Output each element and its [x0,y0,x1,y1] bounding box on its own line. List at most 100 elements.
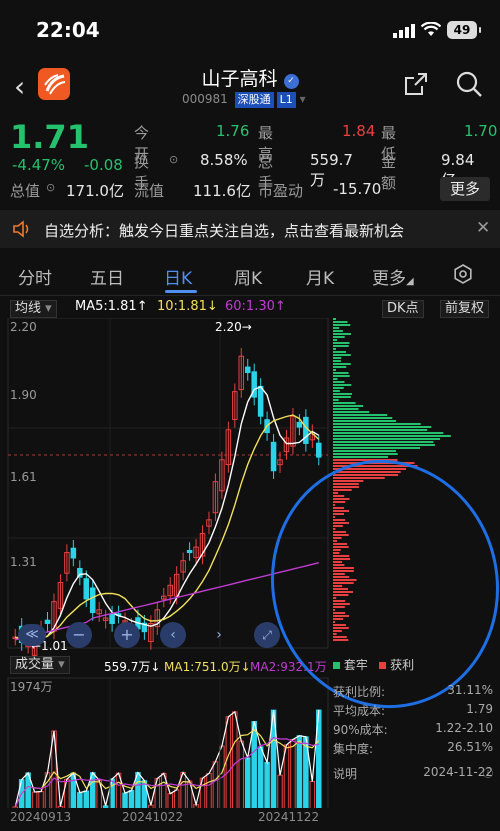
chip-bar [333,492,339,494]
pan-left-button[interactable]: ‹ [160,622,186,648]
high-annotation: 2.20→ [215,320,252,334]
rewind-button[interactable]: ≪ [18,624,46,646]
zoom-in-button[interactable]: + [114,622,140,648]
chip-legend: 套牢 获利 [333,656,414,673]
change-pct: -4.47% [12,156,66,174]
candle-body [270,441,277,472]
chip-bar [333,348,336,350]
volume-bar [206,773,212,808]
chip-bar [333,435,451,437]
explain-link: 说明 [333,767,358,781]
chip-bar [333,633,337,635]
status-time: 22:04 [36,18,100,42]
concentration: 26.51% [447,740,493,754]
search-icon[interactable] [455,70,483,98]
mktcap-label: 总值 [10,182,41,200]
chip-bar [333,351,346,353]
chip-bar [333,567,354,569]
more-button[interactable]: 更多 [440,177,490,201]
tab-timeshare[interactable]: 分时 [18,264,52,289]
vol-ma1: MA1:751.0万↓ [164,660,251,674]
chip-bar [333,390,340,392]
wifi-icon [421,22,441,36]
volume-bar [167,793,173,808]
ma-select[interactable]: 均线 ▾ [10,300,57,318]
tab-weekly-k[interactable]: 周K [234,264,262,289]
volume-bar [244,757,251,808]
chip-bar [333,522,349,524]
volume-bar [238,740,245,808]
volume-bar [290,738,296,808]
fullscreen-button[interactable]: ⤢ [254,622,280,648]
tab-more[interactable]: 更多◢ [372,264,414,289]
tab-monthly-k[interactable]: 月K [306,264,334,289]
chip-bar [333,327,340,329]
chip-bar [333,630,342,632]
chip-bar [333,450,396,452]
chip-bar [333,489,352,491]
chip-bar [333,480,364,482]
chip-bar [333,504,335,506]
chip-date: 2024-11-22 [423,765,493,779]
chip-bar [333,441,434,443]
close-icon[interactable]: ✕ [476,218,490,238]
price-axis-4: 1.31 [10,555,37,569]
dk-point-button[interactable]: DK点 [382,300,424,318]
notice-bar[interactable]: 自选分析：触发今日重点关注自选，点击查看最新机会 ✕ [0,210,500,248]
chip-bar [333,474,399,476]
chip-bar [333,369,336,371]
cost-90: 1.22-2.10 [435,721,493,735]
chip-bar [333,639,349,641]
chevron-down-icon[interactable]: ▾ [300,92,306,106]
chip-bar [333,516,335,518]
market-tag: 深股通 [234,92,274,108]
float-label: 流值 [134,182,165,200]
adjust-button[interactable]: 前复权 [440,300,490,318]
change-value: -0.08 [84,156,123,174]
date-start: 20240913 [10,810,72,824]
chip-bar [333,534,349,536]
chip-bar [333,624,346,626]
ma60-value: 60:1.30↑ [225,299,286,314]
chip-bar [333,537,342,539]
price-axis-3: 1.61 [10,470,37,484]
candle-body [89,587,96,614]
chip-bar [333,453,398,455]
legend-profit: 获利 [390,658,415,672]
chip-bar [333,444,435,446]
volume-bar [102,805,109,808]
chip-bar [333,354,351,356]
chip-bar [333,393,352,395]
chip-bar [333,456,388,458]
chip-bar [333,582,354,584]
chip-bar [333,576,350,578]
chip-bar [333,339,338,341]
chip-bar [333,336,345,338]
pan-right-button[interactable]: › [206,622,232,648]
candle-body [44,619,51,624]
candle-body [109,613,115,624]
zoom-out-button[interactable]: − [66,622,92,648]
chip-bar [333,621,336,623]
chip-bar [333,540,338,542]
info-icon[interactable]: ⊙ [46,181,55,194]
candle-body [296,421,303,428]
tab-daily-k[interactable]: 日K [164,264,192,289]
chip-bar [333,387,344,389]
chip-bar [333,519,346,521]
low-value: 1.70 [464,122,498,140]
volume-bar [173,789,180,808]
chip-bar [333,405,364,407]
volume-bar [257,746,264,808]
candle-body [316,442,322,458]
chip-bar [333,543,348,545]
tab-fiveday[interactable]: 五日 [90,264,124,289]
info-icon[interactable]: ⊙ [169,153,178,166]
price-axis-1: 2.20 [10,320,37,334]
gear-icon[interactable] [453,264,473,284]
indicator-select[interactable]: 成交量 ▾ [10,656,70,674]
volume-bar [128,789,135,808]
vol-ma2: MA2:932.1万 [250,660,327,674]
chip-bar [333,501,346,503]
share-icon[interactable] [402,70,430,98]
